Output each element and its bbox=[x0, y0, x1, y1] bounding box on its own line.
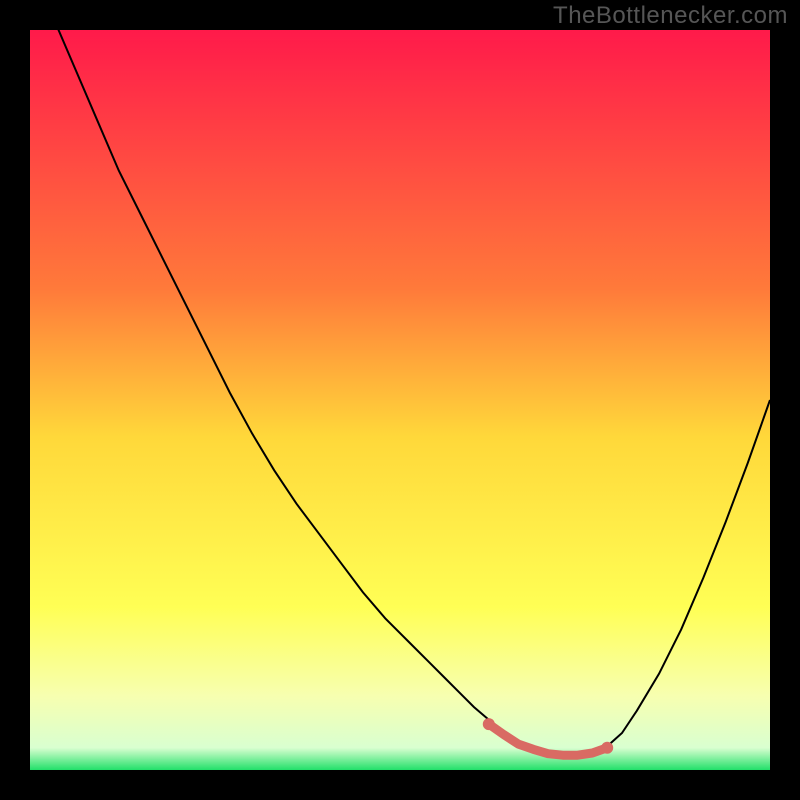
watermark-text: TheBottlenecker.com bbox=[553, 2, 788, 30]
chart-container: TheBottlenecker.com bbox=[0, 0, 800, 800]
highlight-dot bbox=[601, 742, 613, 754]
gradient-background bbox=[30, 30, 770, 770]
plot-area bbox=[30, 30, 770, 770]
highlight-dot bbox=[483, 718, 495, 730]
plot-svg bbox=[30, 30, 770, 770]
